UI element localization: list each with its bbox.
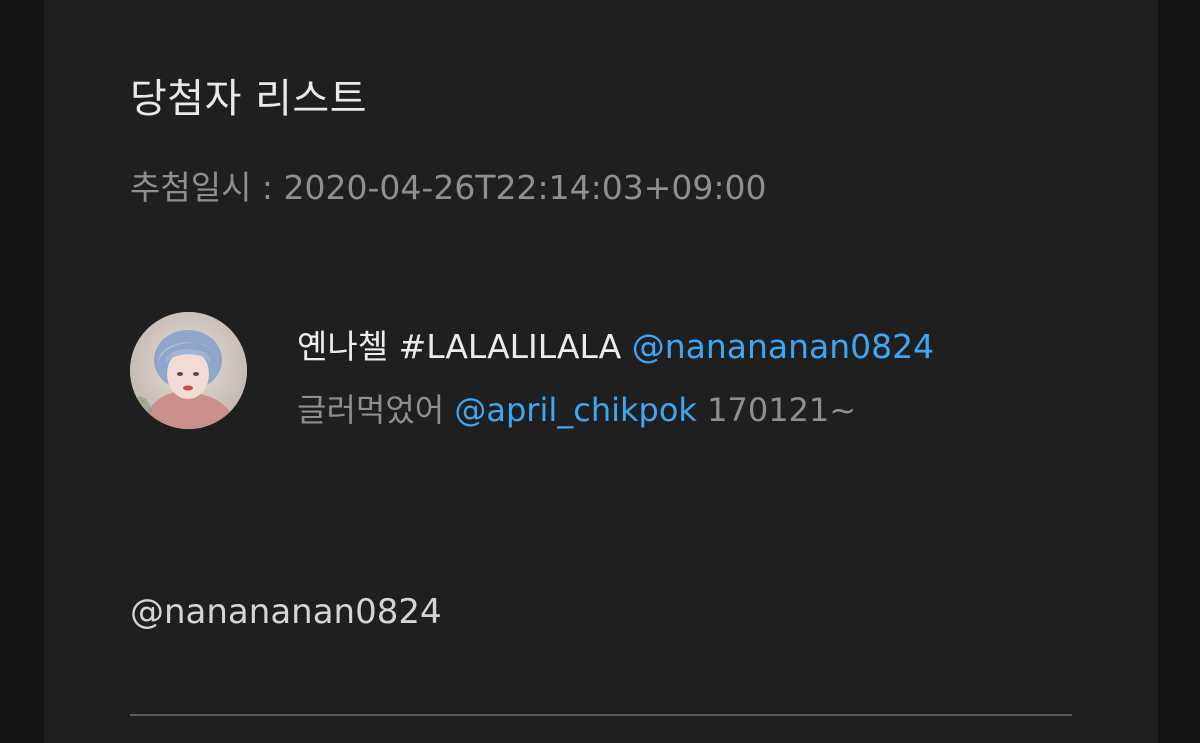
draw-time: 추첨일시 : 2020-04-26T22:14:03+09:00 [130, 168, 767, 207]
profile-photo-icon [130, 312, 247, 429]
bio-text: 글러먹었어 [297, 391, 445, 429]
winner-name: 옌나첼 #LALALILALA @nanananan0824 [297, 320, 934, 368]
divider [130, 714, 1072, 716]
bio-date: 170121~ [707, 391, 857, 429]
winner-handle: @nanananan0824 [130, 592, 442, 632]
page-title: 당첨자 리스트 [130, 76, 368, 122]
winner-display-name: 옌나첼 #LALALILALA [297, 327, 622, 366]
winner-handle-link[interactable]: @nanananan0824 [632, 327, 934, 366]
avatar[interactable] [130, 312, 247, 429]
bio-mention-link[interactable]: @april_chikpok [454, 391, 697, 429]
winner-bio: 글러먹었어 @april_chikpok 170121~ [297, 385, 856, 431]
